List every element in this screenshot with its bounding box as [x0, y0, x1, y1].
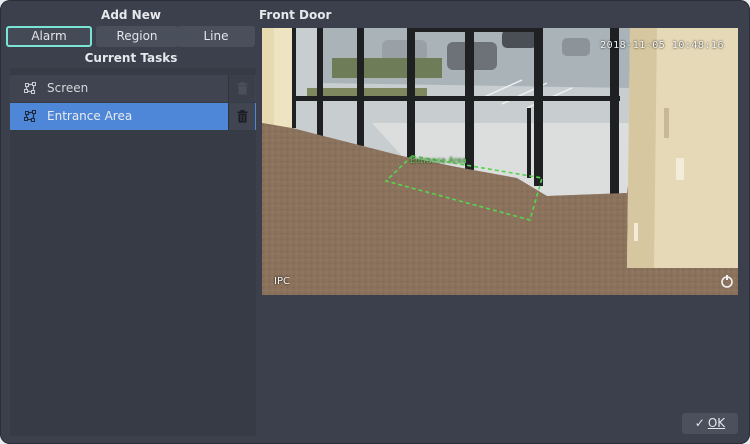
camera-panel: Front Door Entrance Area 2018-11-05 10:4… [259, 6, 742, 436]
camera-watermark: IPC [274, 276, 290, 287]
current-tasks-title: Current Tasks [84, 51, 178, 65]
task-row-entrance-area[interactable]: Entrance Area [10, 103, 256, 130]
region-icon [24, 82, 36, 94]
task-list: Screen Entrance Area [10, 68, 256, 436]
camera-title: Front Door [259, 8, 332, 22]
task-panel: Add New Alarm Region Line Current Tasks … [6, 6, 256, 436]
camera-image [262, 28, 738, 295]
task-dialog: Add New Alarm Region Line Current Tasks … [0, 0, 750, 444]
camera-logo-icon [721, 275, 733, 288]
task-row-screen[interactable]: Screen [10, 75, 256, 102]
delete-task-button[interactable] [228, 103, 255, 130]
trash-icon [237, 82, 248, 95]
task-label: Entrance Area [47, 109, 133, 123]
zone-label: Entrance Area [410, 156, 467, 165]
add-region-button[interactable]: Region [96, 26, 178, 47]
camera-timestamp: 2018-11-05 10:48:16 [600, 40, 724, 51]
ok-button[interactable]: ✓ OK [682, 413, 738, 434]
region-icon [24, 110, 36, 122]
ok-label: OK [707, 416, 726, 430]
add-alarm-button[interactable]: Alarm [6, 26, 92, 47]
add-new-title: Add New [101, 8, 161, 22]
add-line-button[interactable]: Line [177, 26, 255, 47]
checkmark-icon: ✓ [694, 416, 705, 430]
task-label: Screen [47, 81, 89, 95]
delete-task-button[interactable] [228, 75, 255, 102]
camera-view[interactable]: Entrance Area 2018-11-05 10:48:16 IPC [262, 28, 738, 295]
trash-icon [237, 110, 248, 123]
